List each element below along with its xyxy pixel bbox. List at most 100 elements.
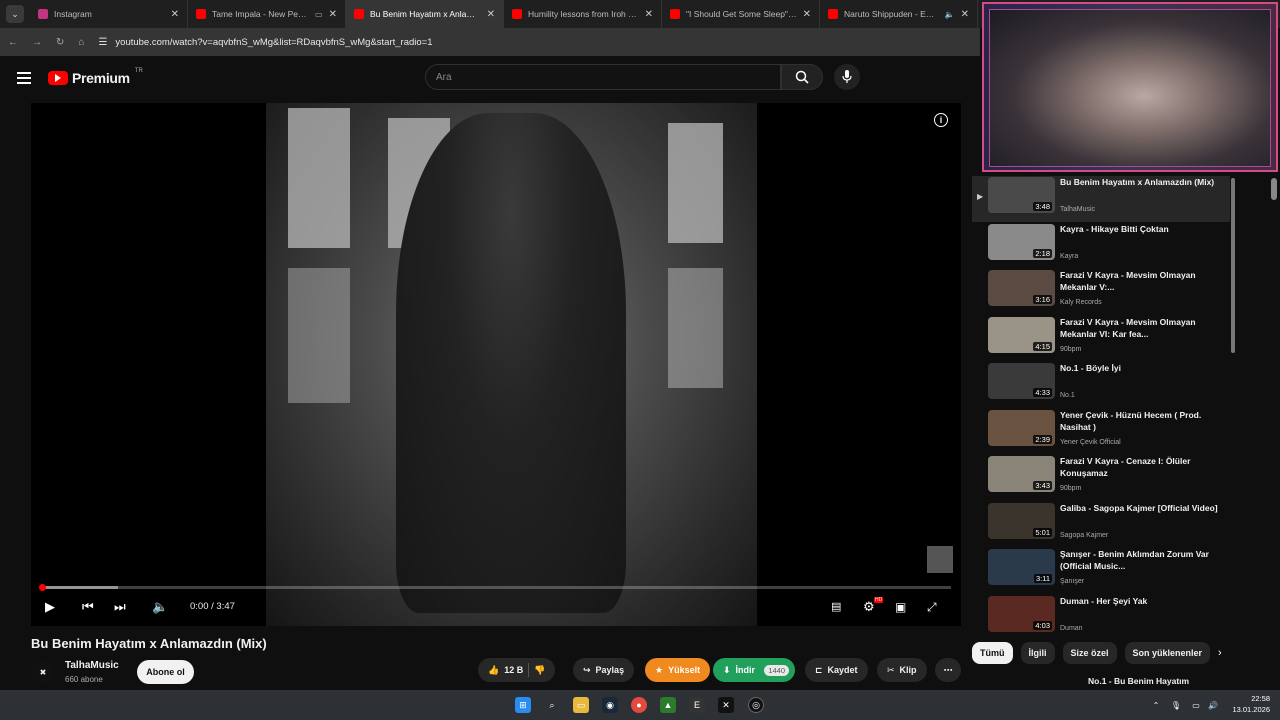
home-icon[interactable]: ⌂ bbox=[78, 37, 84, 48]
browser-tab[interactable]: "I Should Get Some Sleep" Me ✕ bbox=[662, 0, 820, 28]
capcut-icon[interactable]: ✕ bbox=[718, 697, 734, 713]
volume-tray-icon[interactable]: 🔊 bbox=[1205, 697, 1221, 713]
playlist-item-title[interactable]: Yener Çevik - Hüznü Hecem ( Prod. Nasiha… bbox=[1060, 409, 1220, 433]
channel-avatar[interactable]: ✖ bbox=[31, 660, 55, 684]
nvidia-icon[interactable]: ▲ bbox=[660, 697, 676, 713]
browser-tab[interactable]: Humility lessons from Iroh - Yo ✕ bbox=[504, 0, 662, 28]
close-tab-icon[interactable]: ✕ bbox=[171, 9, 179, 20]
menu-icon[interactable] bbox=[17, 72, 31, 84]
subscribe-button[interactable]: Abone ol bbox=[137, 660, 194, 684]
playlist-item-title[interactable]: Şanışer - Benim Aklımdan Zorum Var (Offi… bbox=[1060, 548, 1220, 572]
tab-indicator-icon[interactable]: 🔈 bbox=[945, 10, 955, 19]
playlist-thumbnail[interactable]: 3:43 bbox=[988, 456, 1055, 492]
back-icon[interactable]: ← bbox=[8, 37, 18, 48]
playlist-item-title[interactable]: Galiba - Sagopa Kajmer [Official Video] bbox=[1060, 502, 1220, 514]
playlist-thumbnail[interactable]: 2:18 bbox=[988, 223, 1055, 260]
subtitles-icon[interactable]: ▤ bbox=[831, 599, 841, 615]
playlist-item-title[interactable]: Kayra - Hikaye Bitti Çoktan bbox=[1060, 223, 1220, 235]
reload-icon[interactable]: ↻ bbox=[56, 37, 64, 48]
channel-watermark[interactable] bbox=[927, 546, 953, 573]
playlist-thumbnail[interactable]: 5:01 bbox=[988, 502, 1055, 539]
playlist-item[interactable]: 3:16 Farazi V Kayra - Mevsim Olmayan Mek… bbox=[972, 269, 1230, 315]
browser-tab[interactable]: Naruto Shippuden - Ending 🔈 ✕ bbox=[820, 0, 978, 28]
playlist-item[interactable]: 4:33 No.1 - Böyle İyi No.1 bbox=[972, 362, 1230, 408]
filter-chip[interactable]: Size özel bbox=[1062, 642, 1117, 664]
close-tab-icon[interactable]: ✕ bbox=[329, 9, 337, 20]
filter-chip[interactable]: Son yüklenenler bbox=[1124, 642, 1211, 664]
info-icon[interactable]: i bbox=[934, 113, 948, 127]
close-tab-icon[interactable]: ✕ bbox=[803, 9, 811, 20]
play-icon[interactable]: ▶ bbox=[45, 599, 55, 615]
save-button[interactable]: ⊏ Kaydet bbox=[805, 658, 868, 682]
like-count[interactable]: 12 B bbox=[504, 665, 523, 675]
channel-name[interactable]: TalhaMusic bbox=[65, 660, 119, 671]
search-input[interactable]: Ara bbox=[425, 64, 781, 90]
playlist-item[interactable]: 2:39 Yener Çevik - Hüznü Hecem ( Prod. N… bbox=[972, 409, 1230, 455]
tray-chevron-icon[interactable]: ⌃ bbox=[1148, 697, 1164, 713]
like-icon[interactable]: 👍 bbox=[488, 665, 499, 676]
playlist-thumbnail[interactable]: 4:03 bbox=[988, 595, 1055, 632]
miniplayer-icon[interactable]: ▣ bbox=[895, 599, 906, 615]
playlist-item[interactable]: 3:11 Şanışer - Benim Aklımdan Zorum Var … bbox=[972, 548, 1230, 594]
tab-search-icon[interactable]: ⌄ bbox=[6, 5, 24, 23]
dislike-icon[interactable]: 👎 bbox=[534, 665, 545, 676]
download-quality[interactable]: 1440 bbox=[764, 664, 789, 676]
fullscreen-icon[interactable]: ⤢ bbox=[927, 599, 937, 615]
filter-chip[interactable]: İlgili bbox=[1020, 642, 1055, 664]
upgrade-button[interactable]: ★ Yükselt bbox=[645, 658, 711, 682]
epic-games-icon[interactable]: E bbox=[689, 697, 705, 713]
page-scrollbar[interactable] bbox=[1271, 178, 1277, 200]
mic-tray-icon[interactable]: 🎙 bbox=[1168, 697, 1184, 713]
youtube-logo[interactable]: Premium TR bbox=[48, 68, 143, 86]
playlist-item[interactable]: 2:18 Kayra - Hikaye Bitti Çoktan Kayra bbox=[972, 223, 1230, 269]
playlist-item-title[interactable]: Bu Benim Hayatım x Anlamazdın (Mix) bbox=[1060, 176, 1220, 188]
more-actions-button[interactable]: ⋯ bbox=[935, 658, 961, 682]
site-info-icon[interactable]: ☰ bbox=[98, 37, 107, 48]
playlist-item-title[interactable]: Farazi V Kayra - Cenaze I: Ölüler Konuşa… bbox=[1060, 455, 1220, 479]
scrubber-handle[interactable] bbox=[39, 584, 46, 591]
steam-icon[interactable]: ◉ bbox=[602, 697, 618, 713]
url-field[interactable]: youtube.com/watch?v=aqvbfnS_wMg&list=RDa… bbox=[115, 37, 432, 48]
obs-icon[interactable]: ◎ bbox=[748, 697, 764, 713]
download-button[interactable]: ⬇ İndir 1440 bbox=[713, 658, 795, 682]
video-player[interactable]: i ▶ ⏮ ⏭ 🔈 0:00 / 3:47 ▤ ⚙ HD ▣ ⤢ bbox=[31, 103, 961, 626]
progress-bar[interactable] bbox=[39, 584, 951, 591]
close-tab-icon[interactable]: ✕ bbox=[487, 9, 495, 20]
playlist-item[interactable]: 5:01 Galiba - Sagopa Kajmer [Official Vi… bbox=[972, 502, 1230, 548]
chips-next-icon[interactable]: › bbox=[1218, 647, 1222, 659]
file-explorer-icon[interactable]: ▭ bbox=[573, 697, 589, 713]
playlist-thumbnail[interactable]: 3:11 bbox=[988, 549, 1055, 585]
windows-start-icon[interactable]: ⊞ bbox=[515, 697, 531, 713]
next-recommendation-title[interactable]: No.1 - Bu Benim Hayatım bbox=[1088, 676, 1189, 686]
playlist-item-title[interactable]: Duman - Her Şeyi Yak bbox=[1060, 595, 1220, 607]
playlist-item-title[interactable]: Farazi V Kayra - Mevsim Olmayan Mekanlar… bbox=[1060, 269, 1220, 293]
playlist-thumbnail[interactable]: 3:48 bbox=[988, 177, 1055, 213]
settings-icon[interactable]: ⚙ bbox=[863, 599, 875, 615]
playlist-thumbnail[interactable]: 3:16 bbox=[988, 270, 1055, 306]
playlist-thumbnail[interactable]: 4:15 bbox=[988, 316, 1055, 353]
next-icon[interactable]: ⏭ bbox=[114, 599, 126, 615]
voice-search-button[interactable] bbox=[834, 64, 860, 90]
close-tab-icon[interactable]: ✕ bbox=[645, 9, 653, 20]
playlist-item-title[interactable]: Farazi V Kayra - Mevsim Olmayan Mekanlar… bbox=[1060, 316, 1220, 340]
tab-indicator-icon[interactable]: ▭ bbox=[315, 10, 323, 19]
forward-icon[interactable]: → bbox=[32, 37, 42, 48]
playlist-thumbnail[interactable]: 2:39 bbox=[988, 409, 1055, 446]
playlist-item[interactable]: 4:03 Duman - Her Şeyi Yak Duman bbox=[972, 595, 1230, 641]
network-icon[interactable]: ▭ bbox=[1188, 697, 1204, 713]
playlist-item[interactable]: ▶ 3:48 Bu Benim Hayatım x Anlamazdın (Mi… bbox=[972, 176, 1230, 222]
previous-icon[interactable]: ⏮ bbox=[82, 599, 94, 615]
playlist-item-title[interactable]: No.1 - Böyle İyi bbox=[1060, 362, 1220, 374]
clip-button[interactable]: ✂ Klip bbox=[877, 658, 927, 682]
search-taskbar-icon[interactable]: ⌕ bbox=[544, 697, 560, 713]
close-tab-icon[interactable]: ✕ bbox=[961, 9, 969, 20]
playlist-item[interactable]: 4:15 Farazi V Kayra - Mevsim Olmayan Mek… bbox=[972, 316, 1230, 362]
browser-tab[interactable]: Bu Benim Hayatım x Anlamazdı ✕ bbox=[346, 0, 504, 28]
system-clock[interactable]: 22:58 13.01.2026 bbox=[1232, 693, 1270, 715]
share-button[interactable]: ↪ Paylaş bbox=[573, 658, 635, 682]
browser-tab[interactable]: Instagram ✕ bbox=[30, 0, 188, 28]
search-button[interactable] bbox=[781, 64, 823, 90]
volume-icon[interactable]: 🔈 bbox=[152, 599, 168, 615]
filter-chip[interactable]: Tümü bbox=[972, 642, 1013, 664]
playlist-item[interactable]: 3:43 Farazi V Kayra - Cenaze I: Ölüler K… bbox=[972, 455, 1230, 501]
